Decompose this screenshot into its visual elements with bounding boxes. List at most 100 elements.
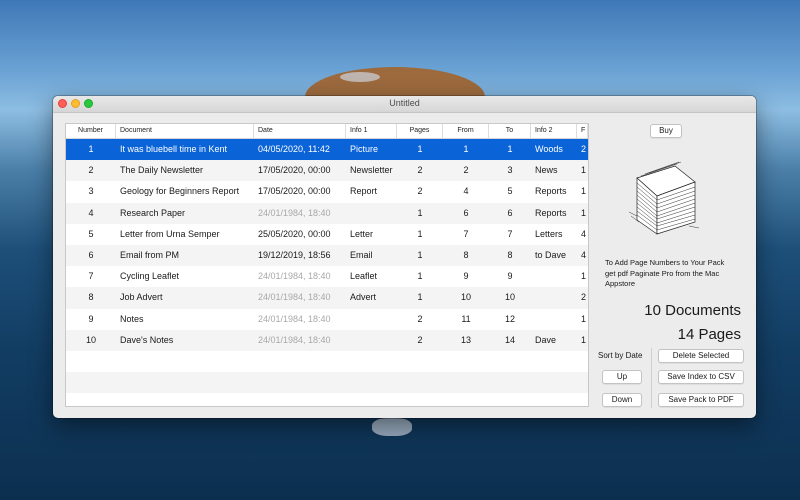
cell-info1 (346, 203, 397, 224)
desktop-rock (372, 418, 412, 436)
cell-f: 1 (581, 334, 587, 345)
cell-from: 4 (463, 186, 469, 197)
cell-info1: Advert (350, 292, 377, 303)
cell-document: Cycling Leaflet (120, 271, 180, 282)
side-panel: Buy To Add Page Numbers to Your Pack get… (593, 116, 753, 416)
cell-f: 4 (581, 249, 587, 260)
cell-pages: 1 (417, 292, 423, 303)
cell-date: 24/01/1984, 18:40 (258, 207, 331, 218)
cell-info2: Reports (535, 186, 567, 197)
cell-document: Research Paper (120, 207, 186, 218)
cell-info1 (346, 330, 397, 351)
documents-table[interactable]: Number Document Date Info 1 Pages From T… (65, 123, 589, 407)
cell-document: It was bluebell time in Kent (120, 144, 228, 154)
cell-to: 7 (507, 228, 513, 239)
cell-document: Letter from Urna Semper (120, 228, 220, 239)
cell-document: Geology for Beginners Report (120, 186, 240, 197)
cell-f: 1 (581, 271, 587, 282)
cell-number: 8 (88, 292, 94, 303)
cell-f: 1 (581, 313, 587, 324)
cell-pages: 1 (417, 144, 423, 154)
cell-to: 14 (504, 334, 515, 345)
cell-number: 6 (88, 249, 94, 260)
cell-number: 4 (88, 207, 94, 218)
app-window: Untitled Number Document Date Info 1 Pag… (53, 96, 756, 418)
cell-document: The Daily Newsletter (120, 165, 204, 176)
cell-number: 5 (88, 228, 94, 239)
table-row[interactable]: 4 Research Paper 24/01/1984, 18:40 1 6 6 Repor… (66, 202, 588, 224)
cell-info1: Leaflet (350, 271, 378, 282)
cell-document: Notes (120, 313, 144, 324)
save-pack-pdf-button[interactable]: Save Pack to PDF (658, 393, 744, 407)
buy-button[interactable]: Buy (650, 124, 682, 138)
column-header-document[interactable]: Document (116, 124, 254, 138)
cell-from: 1 (463, 144, 469, 154)
cell-info2: Reports (535, 207, 567, 218)
cell-number: 3 (88, 186, 94, 197)
table-row[interactable]: 9 Notes 24/01/1984, 18:40 2 11 12 1 (66, 309, 588, 330)
paper-stack-icon (628, 161, 700, 235)
table-row[interactable]: 2 The Daily Newsletter 17/05/2020, 00:00 Ne… (66, 160, 588, 182)
cell-from: 8 (463, 249, 469, 260)
cell-f: 1 (581, 207, 587, 218)
cell-f: 2 (581, 144, 587, 154)
cell-number: 7 (88, 271, 94, 282)
cell-to: 12 (504, 313, 515, 324)
divider (651, 348, 652, 408)
column-header-f[interactable]: F (577, 124, 588, 138)
delete-selected-button[interactable]: Delete Selected (658, 349, 744, 363)
cell-to: 5 (507, 186, 513, 197)
cell-from: 9 (463, 271, 469, 282)
column-header-to[interactable]: To (489, 124, 531, 138)
empty-row (66, 351, 588, 372)
cell-pages: 2 (417, 334, 423, 345)
column-header-pages[interactable]: Pages (397, 124, 443, 138)
table-row[interactable]: 10 Dave's Notes 24/01/1984, 18:40 2 13 14 Dave… (66, 329, 588, 351)
column-header-number[interactable]: Number (66, 124, 116, 138)
cell-to: 9 (507, 271, 513, 282)
cell-to: 10 (504, 292, 515, 303)
table-row[interactable]: 7 Cycling Leaflet 24/01/1984, 18:40 Leaflet… (66, 266, 588, 287)
cell-number: 1 (88, 144, 94, 154)
column-header-info1[interactable]: Info 1 (346, 124, 397, 138)
cell-date: 24/01/1984, 18:40 (258, 292, 331, 303)
cell-f: 1 (581, 186, 587, 197)
cell-date: 19/12/2019, 18:56 (258, 249, 331, 260)
cell-number: 9 (88, 313, 94, 324)
cell-date: 04/05/2020, 11:42 (258, 144, 330, 154)
sort-by-date-label: Sort by Date (598, 351, 643, 360)
table-row[interactable]: 5 Letter from Urna Semper 25/05/2020, 00:0… (66, 224, 588, 245)
cell-info2: News (535, 165, 558, 176)
move-up-button[interactable]: Up (602, 370, 642, 384)
cell-pages: 2 (417, 165, 423, 176)
cell-info2: to Dave (535, 249, 567, 260)
table-row[interactable]: 1 It was bluebell time in Kent 04/05/2020,… (66, 139, 588, 161)
table-row[interactable]: 6 Email from PM 19/12/2019, 18:56 Email 1 8 8 t… (66, 244, 588, 267)
cell-from: 6 (463, 207, 469, 218)
cell-to: 8 (507, 249, 513, 260)
cell-number: 2 (88, 165, 94, 176)
cell-from: 10 (460, 292, 471, 303)
column-header-from[interactable]: From (443, 124, 489, 138)
cell-info2 (531, 287, 577, 308)
cell-info2: Letters (535, 228, 563, 239)
cell-pages: 1 (417, 271, 423, 282)
cell-pages: 2 (417, 186, 423, 197)
desktop-island-mist (340, 72, 380, 82)
table-row[interactable]: 3 Geology for Beginners Report 17/05/2020,… (66, 181, 588, 202)
cell-date: 25/05/2020, 00:00 (258, 228, 331, 239)
column-header-date[interactable]: Date (254, 124, 346, 138)
save-index-csv-button[interactable]: Save Index to CSV (658, 370, 744, 384)
empty-row (66, 372, 588, 394)
cell-pages: 1 (417, 249, 423, 260)
cell-to: 6 (507, 207, 513, 218)
cell-date: 24/01/1984, 18:40 (258, 271, 331, 282)
column-header-info2[interactable]: Info 2 (531, 124, 577, 138)
cell-to: 3 (507, 165, 513, 176)
table-body: 1 It was bluebell time in Kent 04/05/2020,… (66, 139, 588, 351)
window-title: Untitled (389, 98, 420, 108)
cell-pages: 1 (417, 228, 423, 239)
table-row[interactable]: 8 Job Advert 24/01/1984, 18:40 Advert 1 10 10 2 (66, 287, 588, 309)
move-down-button[interactable]: Down (602, 393, 642, 407)
cell-date: 17/05/2020, 00:00 (258, 186, 331, 197)
